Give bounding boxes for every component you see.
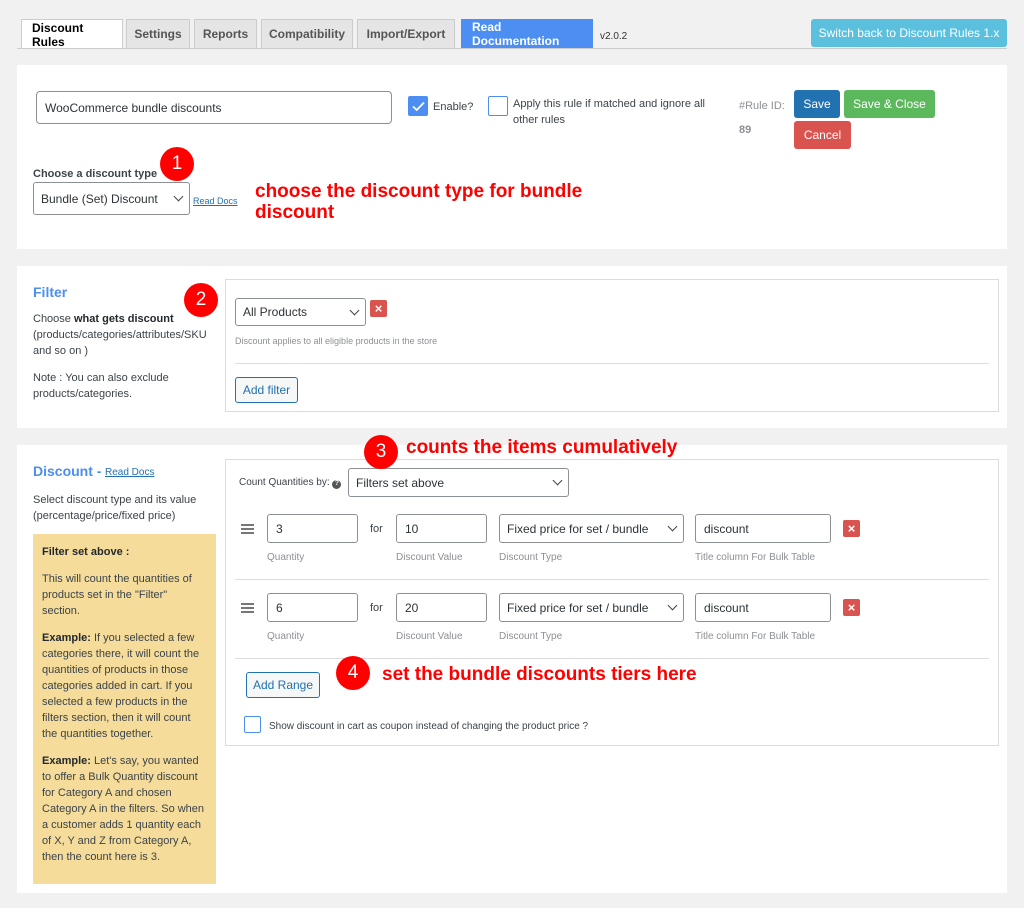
note-example-2-text: Let's say, you wanted to offer a Bulk Qu… xyxy=(42,755,205,863)
filter-desc-prefix: Choose xyxy=(33,313,74,325)
note-example-1: Example: If you selected a few categorie… xyxy=(42,630,207,742)
tab-compatibility[interactable]: Compatibility xyxy=(261,19,353,48)
remove-range-icon[interactable]: × xyxy=(843,520,860,537)
apply-exclusive-label: Apply this rule if matched and ignore al… xyxy=(513,98,705,126)
range-1-title-input[interactable]: discount xyxy=(695,514,831,543)
filter-description: Choose what gets discount (products/cate… xyxy=(33,311,218,359)
check-icon xyxy=(411,101,425,111)
range-1-type-select[interactable]: Fixed price for set / bundle xyxy=(499,514,684,543)
tab-import-export[interactable]: Import/Export xyxy=(357,19,455,48)
chevron-down-icon xyxy=(667,600,678,611)
drag-handle-icon[interactable] xyxy=(241,603,254,613)
note-example-1-label: Example: xyxy=(42,632,91,644)
note-heading: Filter set above : xyxy=(42,546,130,558)
annotation-text-4: set the bundle discounts tiers here xyxy=(382,664,697,685)
range-1-quantity-input[interactable]: 3 xyxy=(267,514,358,543)
version-label: v2.0.2 xyxy=(600,31,628,42)
count-quantities-value: Filters set above xyxy=(356,475,445,490)
range-1-title-label: Title column For Bulk Table xyxy=(695,552,816,563)
tab-discount-rules[interactable]: Discount Rules xyxy=(21,19,123,49)
range-2-quantity-input[interactable]: 6 xyxy=(267,593,358,622)
discount-title: Discount - xyxy=(33,463,101,479)
range-2-quantity-label: Quantity xyxy=(267,631,305,642)
discount-title-dash: - xyxy=(92,463,102,479)
rule-name-input[interactable]: WooCommerce bundle discounts xyxy=(36,91,392,124)
filter-desc-suffix: (products/categories/attributes/SKU and … xyxy=(33,329,207,357)
enable-checkbox[interactable] xyxy=(408,96,428,116)
filter-help-text: Discount applies to all eligible product… xyxy=(235,336,438,346)
range-1-value-input[interactable]: 10 xyxy=(396,514,487,543)
annotation-badge-2: 2 xyxy=(184,283,218,317)
tab-read-documentation[interactable]: Read Documentation xyxy=(461,19,593,48)
range-2-type-select[interactable]: Fixed price for set / bundle xyxy=(499,593,684,622)
chevron-down-icon xyxy=(173,191,184,202)
rule-id-label: #Rule ID: xyxy=(739,100,785,112)
rule-id-value: 89 xyxy=(739,124,752,136)
chevron-down-icon xyxy=(552,475,563,486)
add-filter-button[interactable]: Add filter xyxy=(235,377,298,403)
filter-note: Note : You can also exclude products/cat… xyxy=(33,372,169,400)
annotation-text-1: choose the discount type for bundle disc… xyxy=(255,181,583,223)
range-2-value-input[interactable]: 20 xyxy=(396,593,487,622)
discount-type-select[interactable]: Bundle (Set) Discount xyxy=(33,182,190,215)
filter-desc-bold: what gets discount xyxy=(73,313,174,325)
help-icon: ? xyxy=(332,479,342,489)
read-docs-link[interactable]: Read Docs xyxy=(193,196,238,206)
discount-title-text: Discount xyxy=(33,463,93,479)
enable-label: Enable? xyxy=(433,101,474,113)
tab-settings[interactable]: Settings xyxy=(126,19,190,48)
filter-type-select[interactable]: All Products xyxy=(235,298,366,326)
filter-divider xyxy=(235,363,989,364)
note-example-2-label: Example: xyxy=(42,755,91,767)
range-1-type-label: Discount Type xyxy=(499,552,563,563)
filter-type-value: All Products xyxy=(243,305,308,319)
discount-read-docs-link[interactable]: Read Docs xyxy=(105,467,154,478)
annotation-badge-4: 4 xyxy=(336,656,370,690)
discount-description: Select discount type and its value (perc… xyxy=(33,494,197,522)
range-2-for-label: for xyxy=(370,602,383,614)
note-paragraph-1: This will count the quantities of produc… xyxy=(42,573,192,617)
range-1-type-value: Fixed price for set / bundle xyxy=(507,521,649,536)
add-range-button[interactable]: Add Range xyxy=(246,672,320,698)
count-quantities-select[interactable]: Filters set above xyxy=(348,468,569,497)
range-1-for-label: for xyxy=(370,523,383,535)
coupon-label: Show discount in cart as coupon instead … xyxy=(269,721,589,732)
cancel-button[interactable]: Cancel xyxy=(794,121,851,149)
apply-exclusive-checkbox[interactable] xyxy=(488,96,508,116)
tab-reports[interactable]: Reports xyxy=(194,19,257,48)
range-2-value-label: Discount Value xyxy=(396,631,463,642)
save-button[interactable]: Save xyxy=(794,90,840,118)
tab-divider xyxy=(17,48,1007,49)
remove-range-icon[interactable]: × xyxy=(843,599,860,616)
discount-type-label: Choose a discount type xyxy=(33,168,158,180)
save-close-button[interactable]: Save & Close xyxy=(844,90,935,118)
range-2-title-input[interactable]: discount xyxy=(695,593,831,622)
discount-type-value: Bundle (Set) Discount xyxy=(41,191,158,206)
range-2-type-label: Discount Type xyxy=(499,631,563,642)
annotation-badge-3: 3 xyxy=(364,435,398,469)
range-2-title-label: Title column For Bulk Table xyxy=(695,631,816,642)
note-example-1-text: If you selected a few categories there, … xyxy=(42,632,200,740)
remove-filter-icon[interactable]: × xyxy=(370,300,387,317)
range-2-type-value: Fixed price for set / bundle xyxy=(507,600,649,615)
coupon-checkbox[interactable] xyxy=(244,716,261,733)
switch-version-button[interactable]: Switch back to Discount Rules 1.x xyxy=(811,19,1007,47)
range-1-value-label: Discount Value xyxy=(396,552,463,563)
range-divider xyxy=(235,579,989,580)
chevron-down-icon xyxy=(349,305,360,315)
annotation-badge-1: 1 xyxy=(160,147,194,181)
annotation-text-3: counts the items cumulatively xyxy=(406,437,678,458)
drag-handle-icon[interactable] xyxy=(241,524,254,534)
note-example-2: Example: Let's say, you wanted to offer … xyxy=(42,753,207,865)
filter-title: Filter xyxy=(33,284,68,300)
range-1-quantity-label: Quantity xyxy=(267,552,305,563)
count-quantities-text: Count Quantities by: xyxy=(239,477,330,488)
count-quantities-label: Count Quantities by: ? xyxy=(239,475,342,491)
chevron-down-icon xyxy=(667,521,678,532)
filter-set-above-note: Filter set above : This will count the q… xyxy=(33,534,216,884)
